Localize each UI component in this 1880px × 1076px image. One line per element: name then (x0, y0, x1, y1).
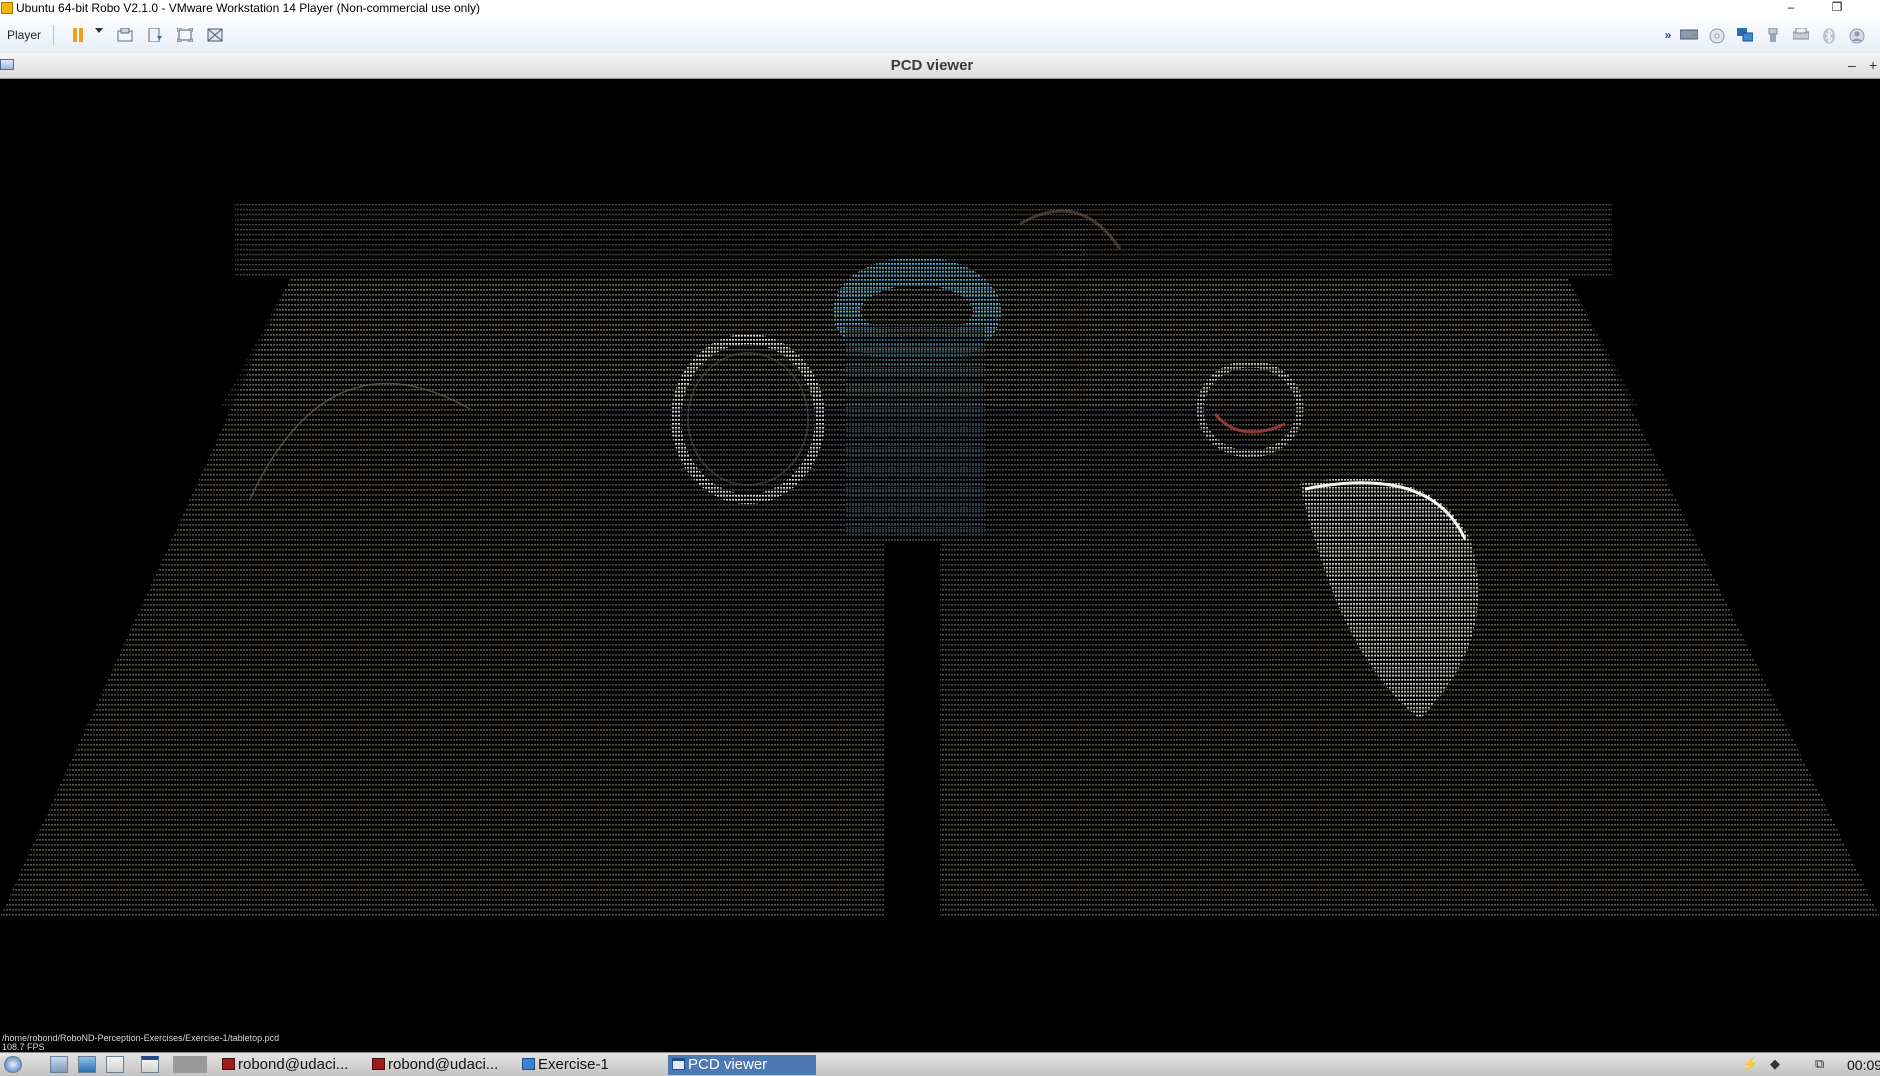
hard-disk-button[interactable] (1678, 23, 1700, 47)
point-cloud-render (0, 204, 1880, 924)
taskbar-item-exercise-1[interactable]: Exercise-1 (518, 1055, 666, 1075)
table-gap-shadow (885, 544, 940, 924)
more-devices-chevron-icon[interactable]: » (1660, 23, 1676, 47)
terminal-icon (372, 1058, 385, 1071)
fps-counter: 108.7 FPS (2, 1042, 45, 1052)
vmware-app-icon (1, 2, 13, 14)
printer-icon (1793, 28, 1809, 40)
window-icon (672, 1058, 685, 1071)
removable-devices-button[interactable] (144, 23, 166, 47)
clock[interactable]: 00:09 (1847, 1055, 1880, 1075)
pcd-maximize-button[interactable]: + (1869, 53, 1877, 78)
network-adapter-icon (1737, 28, 1753, 42)
player-toolbar: Player ▾ » (0, 16, 1880, 66)
taskbar-item-label: robond@udaci... (388, 1056, 499, 1073)
cd-dvd-icon (1709, 28, 1725, 44)
show-desktop-icon[interactable] (141, 1056, 159, 1073)
terminal-icon (222, 1058, 235, 1071)
restore-button[interactable]: ❐ (1814, 0, 1860, 16)
pause-dropdown-button[interactable] (92, 23, 106, 47)
bluetooth-icon (1823, 28, 1835, 44)
fullscreen-button[interactable] (174, 23, 196, 47)
cd-dvd-button[interactable] (1706, 23, 1728, 47)
user-button[interactable] (1846, 23, 1868, 47)
pause-button[interactable] (68, 23, 88, 47)
workspace-pager[interactable] (173, 1056, 207, 1073)
hard-disk-icon (1680, 29, 1698, 40)
pcd-minimize-button[interactable]: – (1848, 53, 1856, 78)
taskbar-item-terminal-2[interactable]: robond@udaci... (368, 1055, 516, 1075)
point-cloud-viewport[interactable] (0, 79, 1880, 1052)
printer-button[interactable] (1790, 23, 1812, 47)
minimize-button[interactable]: – (1768, 0, 1814, 16)
vmware-title-bar: Ubuntu 64-bit Robo V2.1.0 - VMware Works… (0, 0, 1880, 16)
guest-taskbar: robond@udaci... robond@udaci... Exercise… (0, 1052, 1880, 1076)
taskbar-item-label: Exercise-1 (538, 1056, 609, 1073)
fullscreen-icon (177, 28, 193, 42)
taskbar-item-pcd-viewer[interactable]: PCD viewer (668, 1055, 816, 1075)
network-adapter-button[interactable] (1734, 23, 1756, 47)
user-icon (1849, 28, 1865, 44)
unity-icon (207, 28, 223, 42)
pcd-viewer-title: PCD viewer (890, 57, 974, 74)
pause-icon (73, 28, 83, 42)
web-browser-icon[interactable] (78, 1056, 96, 1073)
removable-devices-icon (148, 28, 162, 42)
usb-button[interactable] (1762, 23, 1784, 47)
player-menu-label: Player (6, 28, 41, 42)
window-title: Ubuntu 64-bit Robo V2.1.0 - VMware Works… (16, 1, 480, 15)
taskbar-item-terminal-1[interactable]: robond@udaci... (218, 1055, 366, 1075)
network-status-icon[interactable]: ◆ (1770, 1056, 1780, 1072)
pcd-viewer-title-bar: PCD viewer – + (0, 53, 1880, 79)
dropdown-arrow-icon (95, 28, 103, 33)
taskbar-item-label: robond@udaci... (238, 1056, 349, 1073)
bluetooth-button[interactable] (1818, 23, 1840, 47)
start-menu-icon[interactable] (4, 1056, 22, 1073)
send-ctrl-alt-del-icon (117, 28, 133, 42)
file-manager-icon[interactable] (50, 1056, 68, 1073)
taskbar-item-label: PCD viewer (688, 1056, 768, 1073)
folder-icon (522, 1058, 535, 1071)
toolbar-divider (53, 25, 54, 45)
text-editor-icon[interactable] (106, 1056, 124, 1073)
power-icon[interactable]: ⚡ (1742, 1056, 1758, 1072)
send-ctrl-alt-del-button[interactable] (114, 23, 136, 47)
unity-button[interactable] (204, 23, 226, 47)
display-icon[interactable]: ⧉ (1815, 1056, 1824, 1072)
usb-icon (1768, 28, 1778, 42)
player-menu-button[interactable]: Player ▾ (4, 23, 44, 66)
